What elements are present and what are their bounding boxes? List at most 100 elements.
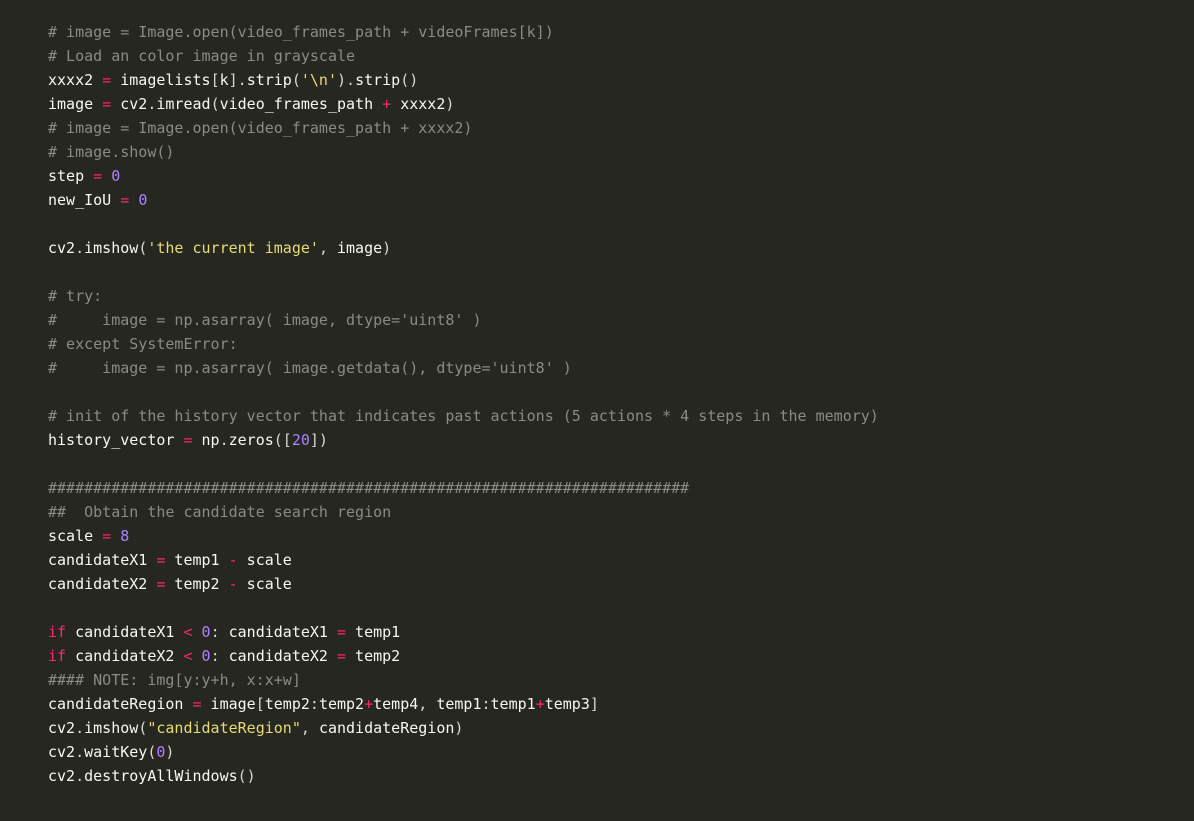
code-token: # image = Image.open(video_frames_path +… [48,119,472,137]
code-token: = [193,695,202,713]
code-token: () [238,767,256,785]
code-token: () [400,71,418,89]
code-token: , [418,695,436,713]
code-line: # image = Image.open(video_frames_path +… [48,119,472,137]
code-token: video_frames_path [220,95,383,113]
code-line: history_vector = np.zeros([20]) [48,431,328,449]
code-token: candidateX1 [48,551,156,569]
code-token: 'the current image' [147,239,319,257]
code-token: , [301,719,319,737]
code-token: - [229,551,238,569]
code-token: ]. [229,71,247,89]
code-block: # image = Image.open(video_frames_path +… [0,0,1194,808]
code-token: strip [355,71,400,89]
code-line: # except SystemError: [48,335,238,353]
code-token: temp1 [491,695,536,713]
code-token: candidateX2 [66,647,183,665]
code-token: zeros [229,431,274,449]
code-token: candidateX2 [229,647,337,665]
code-token [129,191,138,209]
code-line: cv2.imshow('the current image', image) [48,239,391,257]
code-token: if [48,623,66,641]
code-token: temp1 [346,623,400,641]
code-token: ## Obtain the candidate search region [48,503,391,521]
code-token: ( [138,719,147,737]
code-token: imread [156,95,210,113]
code-token: history_vector [48,431,183,449]
code-token: # Load an color image in grayscale [48,47,355,65]
code-line: if candidateX1 < 0: candidateX1 = temp1 [48,623,400,641]
code-token: . [220,431,229,449]
code-token: #### NOTE: img[y:y+h, x:x+w] [48,671,301,689]
code-token: - [229,575,238,593]
code-token: waitKey [84,743,147,761]
code-token: cv2 [48,239,75,257]
code-line: new_IoU = 0 [48,191,147,209]
code-token: : [310,695,319,713]
code-token: image [48,95,102,113]
code-line: cv2.imshow("candidateRegion", candidateR… [48,719,463,737]
code-line: candidateX2 = temp2 - scale [48,575,292,593]
code-line: step = 0 [48,167,120,185]
code-token: temp2 [165,575,228,593]
code-token: : [482,695,491,713]
code-token: 20 [292,431,310,449]
code-line: xxxx2 = imagelists[k].strip('\n').strip(… [48,71,418,89]
code-token: cv2 [48,719,75,737]
code-line: ########################################… [48,479,689,497]
code-token: temp2 [265,695,310,713]
code-token: image [337,239,382,257]
code-token [102,167,111,185]
code-line: image = cv2.imread(video_frames_path + x… [48,95,454,113]
code-token: # image.show() [48,143,174,161]
code-token: < [183,623,192,641]
code-token: temp3 [545,695,590,713]
code-token: cv2 [48,743,75,761]
code-token: ) [454,719,463,737]
code-token: xxxx2 [48,71,102,89]
code-token: + [382,95,391,113]
code-token: candidateX1 [66,623,183,641]
code-token: imshow [84,719,138,737]
code-token: ) [382,239,391,257]
code-token: # image = np.asarray( image, dtype='uint… [48,311,481,329]
code-line: # image = np.asarray( image, dtype='uint… [48,311,481,329]
code-token: # image = np.asarray( image.getdata(), d… [48,359,572,377]
code-token: scale [48,527,102,545]
code-line: # image = np.asarray( image.getdata(), d… [48,359,572,377]
code-token: destroyAllWindows [84,767,238,785]
code-token: ( [292,71,301,89]
code-token: [ [256,695,265,713]
code-token: # image = Image.open(video_frames_path +… [48,23,554,41]
code-token [111,527,120,545]
code-line: scale = 8 [48,527,129,545]
code-line: cv2.waitKey(0) [48,743,174,761]
code-token: 0 [202,647,211,665]
code-token: candidateRegion [319,719,454,737]
code-token: < [183,647,192,665]
code-line: ## Obtain the candidate search region [48,503,391,521]
code-token: = [102,95,111,113]
code-token: temp4 [373,695,418,713]
code-token: = [337,647,346,665]
code-token: ). [337,71,355,89]
code-token: 8 [120,527,129,545]
code-token: image [202,695,256,713]
code-token: temp2 [346,647,400,665]
code-token: , [319,239,337,257]
code-token: new_IoU [48,191,120,209]
code-line: # init of the history vector that indica… [48,407,879,425]
code-token: "candidateRegion" [147,719,301,737]
code-token: . [75,767,84,785]
code-token: scale [238,551,292,569]
code-token: = [120,191,129,209]
code-token: = [102,527,111,545]
code-token: + [536,695,545,713]
code-token: np [193,431,220,449]
code-token: if [48,647,66,665]
code-token: ) [165,743,174,761]
code-token: 0 [202,623,211,641]
code-token: step [48,167,93,185]
code-token: # try: [48,287,102,305]
code-token: ########################################… [48,479,689,497]
